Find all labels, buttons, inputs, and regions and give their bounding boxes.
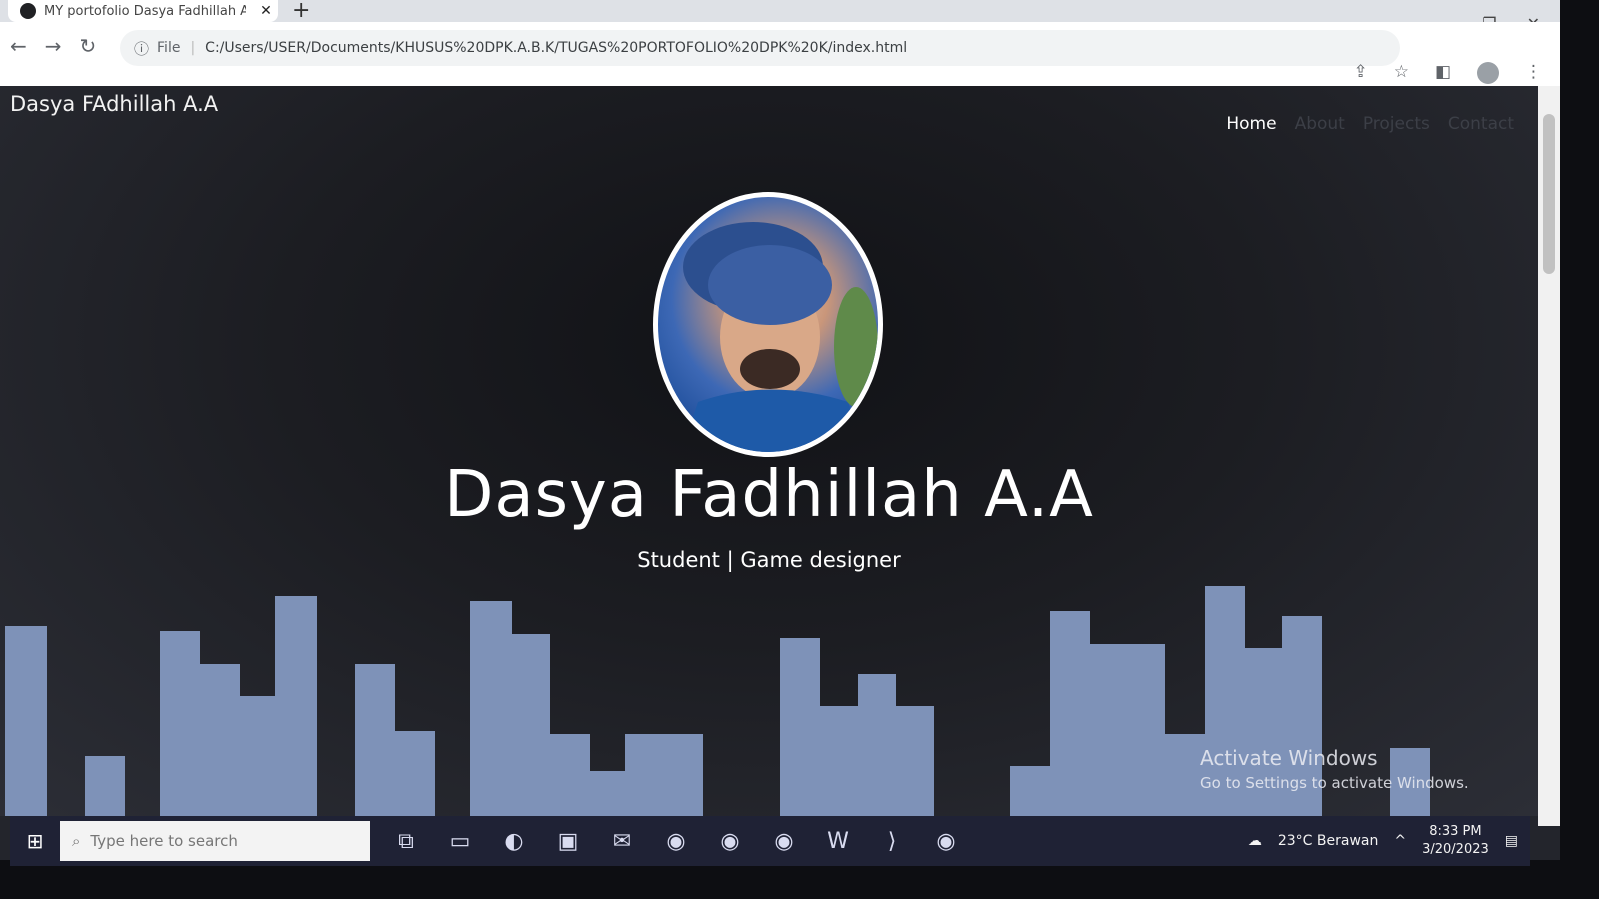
tab-title: MY portofolio Dasya Fadhillah A.A — [44, 3, 246, 19]
profile-icon[interactable] — [1477, 62, 1499, 84]
bookmark-star-icon[interactable]: ☆ — [1394, 62, 1409, 84]
back-icon[interactable]: ← — [10, 34, 27, 58]
system-tray: ☁ 23°C Berawan ^ 8:33 PM 3/20/2023 ▤ — [1248, 816, 1518, 866]
tray-expand-icon[interactable]: ^ — [1394, 833, 1406, 849]
word-icon[interactable]: W — [822, 829, 854, 854]
share-icon[interactable]: ⇪ — [1353, 62, 1367, 84]
nav-contact[interactable]: Contact — [1448, 114, 1514, 134]
tab-strip: MY portofolio Dasya Fadhillah A.A ✕ + ⌄ … — [0, 0, 1560, 33]
file-explorer-icon[interactable]: ▭ — [444, 829, 476, 854]
page-viewport: Dasya FAdhillah A.A Home About Projects … — [0, 86, 1538, 816]
activate-windows-watermark: Activate Windows Go to Settings to activ… — [1200, 746, 1469, 792]
site-brand[interactable]: Dasya FAdhillah A.A — [10, 92, 218, 116]
taskbar-search-placeholder: Type here to search — [90, 832, 238, 850]
chrome-active-icon[interactable]: ◉ — [930, 829, 962, 854]
url-text[interactable]: C:/Users/USER/Documents/KHUSUS%20DPK.A.B… — [205, 40, 907, 56]
new-tab-icon[interactable]: + — [292, 0, 310, 23]
notification-icon[interactable]: ▤ — [1505, 833, 1518, 849]
clock-time: 8:33 PM — [1429, 824, 1482, 839]
side-panel-icon[interactable]: ◧ — [1435, 62, 1451, 84]
browser-tab[interactable]: MY portofolio Dasya Fadhillah A.A ✕ — [8, 0, 278, 22]
url-scheme: File — [157, 40, 181, 56]
search-icon: ⌕ — [72, 832, 81, 850]
taskbar-apps: ⧉ ▭ ◐ ▣ ✉ ◉ ◉ ◉ W ⟩ ◉ — [390, 829, 962, 854]
profile-photo — [653, 192, 883, 457]
taskbar-search[interactable]: ⌕ Type here to search — [60, 821, 370, 861]
windows-start-icon[interactable]: ⊞ — [10, 829, 60, 853]
task-view-icon[interactable]: ⧉ — [390, 829, 422, 854]
nav-projects[interactable]: Projects — [1363, 114, 1430, 134]
info-icon[interactable]: ⓘ — [134, 38, 149, 59]
chrome-profile-icon[interactable]: ◉ — [714, 829, 746, 854]
browser-toolbar: ← → ↻ ⓘ File | C:/Users/USER/Documents/K… — [0, 22, 1560, 86]
clock[interactable]: 8:33 PM 3/20/2023 — [1422, 823, 1489, 859]
watermark-subtitle: Go to Settings to activate Windows. — [1200, 774, 1469, 792]
site-nav: Home About Projects Contact — [1226, 114, 1514, 134]
edge-icon[interactable]: ◐ — [498, 829, 530, 854]
hero-name: Dasya Fadhillah A.A — [444, 458, 1094, 532]
hero-subtitle: Student | Game designer — [637, 548, 901, 572]
weather-text[interactable]: 23°C Berawan — [1278, 833, 1379, 849]
github-favicon-icon — [20, 3, 36, 19]
vscode-icon[interactable]: ⟩ — [876, 829, 908, 854]
close-tab-icon[interactable]: ✕ — [254, 3, 278, 19]
nav-about[interactable]: About — [1295, 114, 1345, 134]
mail-icon[interactable]: ✉ — [606, 829, 638, 854]
scrollbar-thumb[interactable] — [1543, 114, 1555, 274]
chrome-profile-2-icon[interactable]: ◉ — [768, 829, 800, 854]
weather-icon: ☁ — [1247, 833, 1262, 849]
chrome-icon[interactable]: ◉ — [660, 829, 692, 854]
windows-taskbar: ⊞ ⌕ Type here to search ⧉ ▭ ◐ ▣ ✉ ◉ ◉ ◉ … — [10, 816, 1530, 866]
reload-icon[interactable]: ↻ — [80, 34, 97, 58]
watermark-title: Activate Windows — [1200, 746, 1378, 770]
menu-icon[interactable]: ⋮ — [1525, 62, 1542, 84]
clock-date: 3/20/2023 — [1422, 842, 1489, 857]
forward-icon[interactable]: → — [45, 34, 62, 58]
url-separator: | — [190, 40, 196, 56]
address-bar[interactable]: ⓘ File | C:/Users/USER/Documents/KHUSUS%… — [120, 30, 1400, 66]
store-icon[interactable]: ▣ — [552, 829, 584, 854]
page-scrollbar[interactable] — [1538, 86, 1560, 826]
nav-home[interactable]: Home — [1226, 114, 1276, 134]
toolbar-actions: ⇪ ☆ ◧ ⋮ — [1353, 62, 1542, 84]
